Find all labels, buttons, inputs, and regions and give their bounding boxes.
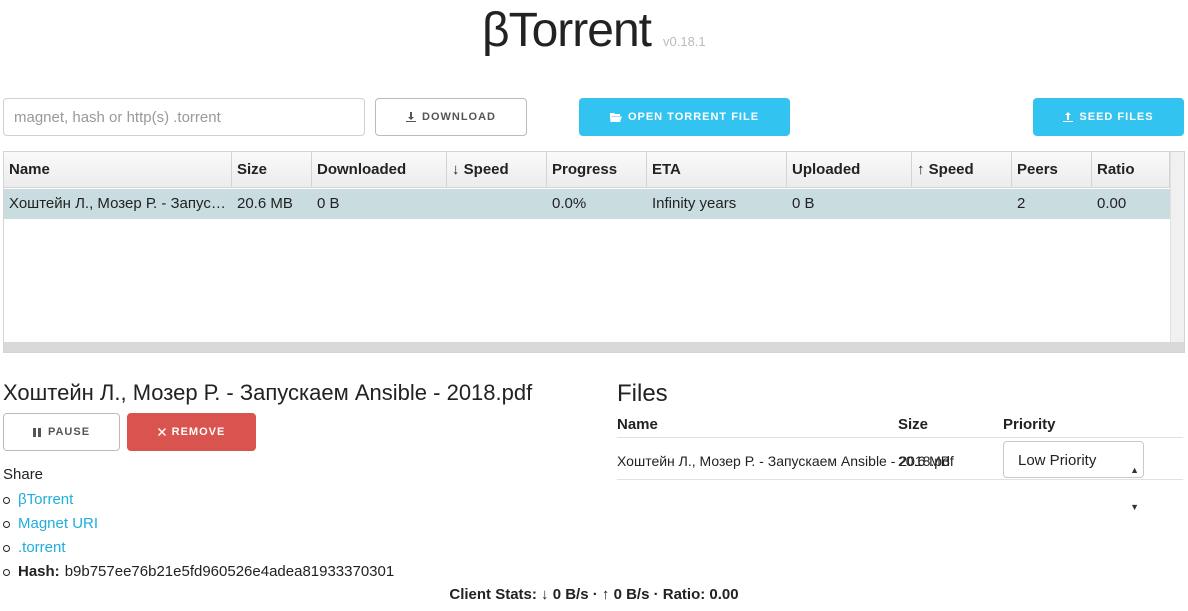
download-label: DOWNLOAD bbox=[422, 111, 496, 123]
torrent-name: Хоштейн Л., Мозер Р. - Запускаем Ansible… bbox=[9, 195, 228, 212]
bullet-icon bbox=[3, 520, 10, 528]
files-header-size: Size bbox=[898, 416, 929, 433]
torrent-eta: Infinity years bbox=[652, 195, 737, 212]
column-header-ratio[interactable]: Ratio bbox=[1092, 152, 1170, 188]
close-icon bbox=[157, 428, 166, 436]
files-header-divider bbox=[617, 437, 1183, 438]
column-header-peers[interactable]: Peers bbox=[1012, 152, 1092, 188]
torrent-ratio: 0.00 bbox=[1097, 195, 1127, 212]
seed-files-label: SEED FILES bbox=[1079, 111, 1154, 123]
torrent-progress: 0.0% bbox=[552, 195, 587, 212]
file-size: 20.6 MB bbox=[898, 453, 951, 469]
magnet-uri-link[interactable]: Magnet URI bbox=[18, 512, 98, 536]
torrent-grid: Name Size Downloaded ↓ Speed Progress ET… bbox=[3, 151, 1185, 353]
grid-header: Name Size Downloaded ↓ Speed Progress ET… bbox=[4, 152, 1170, 188]
remove-button[interactable]: REMOVE bbox=[127, 413, 256, 451]
files-header-name: Name bbox=[617, 416, 658, 433]
files-title: Files bbox=[617, 380, 668, 407]
select-arrows-icon: ▲ ▼ bbox=[1130, 465, 1139, 512]
share-list: βTorrent Magnet URI .torrent Hash: b9b757… bbox=[3, 488, 394, 584]
column-header-eta[interactable]: ETA bbox=[647, 152, 787, 188]
folder-open-icon bbox=[609, 113, 622, 122]
torrent-up-speed bbox=[912, 189, 1012, 219]
torrent-uploaded: 0 B bbox=[792, 195, 815, 212]
torrent-size: 20.6 MB bbox=[237, 195, 293, 212]
share-item-hash: Hash: b9b757ee76b21e5fd960526e4adea819333… bbox=[3, 560, 394, 584]
hash-value: b9b757ee76b21e5fd960526e4adea81933370301 bbox=[64, 563, 395, 580]
open-torrent-file-button[interactable]: OPEN TORRENT FILE bbox=[579, 98, 790, 136]
btorrent-link[interactable]: βTorrent bbox=[18, 488, 73, 512]
bullet-icon bbox=[3, 544, 10, 552]
seed-files-button[interactable]: SEED FILES bbox=[1033, 98, 1184, 136]
priority-value: Low Priority bbox=[1018, 452, 1097, 469]
torrent-row[interactable]: Хоштейн Л., Мозер Р. - Запускаем Ansible… bbox=[4, 189, 1170, 219]
share-item-btorrent: βTorrent bbox=[3, 488, 394, 512]
remove-label: REMOVE bbox=[171, 426, 226, 438]
app-logo: βTorrent bbox=[482, 4, 652, 57]
column-header-downloaded[interactable]: Downloaded bbox=[312, 152, 447, 188]
bullet-icon bbox=[3, 568, 10, 576]
torrent-peers: 2 bbox=[1017, 195, 1026, 212]
bullet-icon bbox=[3, 496, 10, 504]
torrent-detail-title: Хоштейн Л., Мозер Р. - Запускаем Ansible… bbox=[3, 380, 533, 405]
download-icon bbox=[406, 112, 416, 122]
column-header-down-speed[interactable]: ↓ Speed bbox=[447, 152, 547, 188]
share-item-magnet: Magnet URI bbox=[3, 512, 394, 536]
files-row-divider bbox=[617, 479, 1183, 480]
column-header-name[interactable]: Name bbox=[4, 152, 232, 188]
pause-icon bbox=[32, 427, 41, 437]
torrent-file-link[interactable]: .torrent bbox=[18, 536, 66, 560]
torrent-downloaded: 0 B bbox=[317, 195, 340, 212]
column-header-progress[interactable]: Progress bbox=[547, 152, 647, 188]
pause-label: PAUSE bbox=[47, 426, 91, 438]
files-header-priority: Priority bbox=[1003, 416, 1056, 433]
grid-horizontal-scrollbar[interactable] bbox=[4, 342, 1184, 352]
app-version: v0.18.1 bbox=[663, 34, 706, 49]
header: βTorrent v0.18.1 bbox=[0, 0, 1188, 70]
grid-vertical-scrollbar[interactable] bbox=[1170, 152, 1184, 342]
client-stats: Client Stats: ↓ 0 B/s · ↑ 0 B/s · Ratio:… bbox=[449, 586, 739, 603]
column-header-uploaded[interactable]: Uploaded bbox=[787, 152, 912, 188]
upload-icon bbox=[1063, 112, 1074, 122]
priority-select[interactable]: Low Priority ▲ ▼ bbox=[1003, 441, 1144, 512]
share-item-torrent: .torrent bbox=[3, 536, 394, 560]
open-torrent-label: OPEN TORRENT FILE bbox=[627, 111, 760, 123]
hash-label: Hash: bbox=[18, 563, 60, 580]
pause-button[interactable]: PAUSE bbox=[3, 413, 120, 451]
torrent-down-speed bbox=[447, 189, 547, 219]
column-header-up-speed[interactable]: ↑ Speed bbox=[912, 152, 1012, 188]
download-button[interactable]: DOWNLOAD bbox=[375, 98, 527, 136]
magnet-input[interactable] bbox=[3, 98, 365, 136]
share-label: Share bbox=[3, 466, 44, 483]
column-header-size[interactable]: Size bbox=[232, 152, 312, 188]
